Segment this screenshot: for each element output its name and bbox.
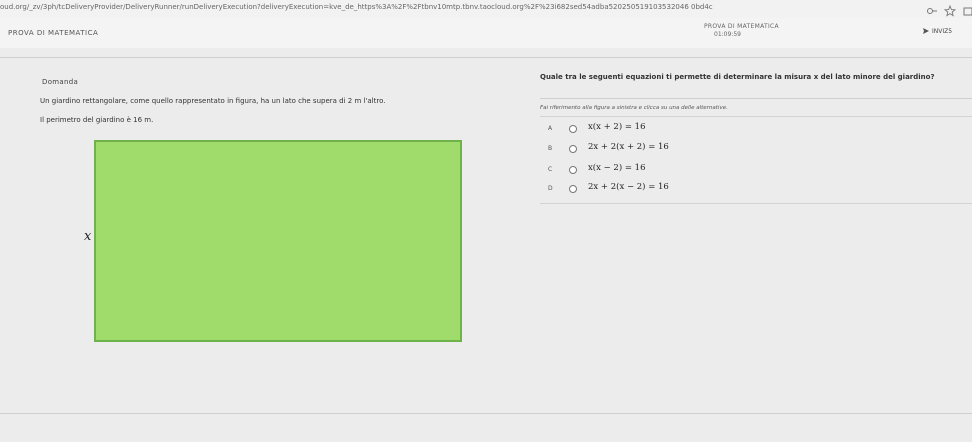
key-icon[interactable]	[926, 2, 938, 14]
star-icon[interactable]	[943, 2, 957, 17]
radio-button[interactable]	[569, 166, 577, 174]
divider	[0, 57, 972, 58]
submit-button[interactable]: INVIZ5	[922, 25, 952, 37]
question-stem-line2: Il perimetro del giardino è 16 m.	[40, 116, 154, 124]
send-icon	[923, 28, 929, 34]
test-name-label: PROVA DI MATEMATICA	[704, 23, 779, 30]
extension-icon[interactable]	[962, 2, 972, 16]
radio-button[interactable]	[569, 145, 577, 153]
answer-letter: C	[548, 166, 553, 173]
submit-label: INVIZ5	[932, 27, 953, 35]
radio-button[interactable]	[569, 185, 577, 193]
question-title: Quale tra le seguenti equazioni ti perme…	[540, 73, 935, 81]
test-title: PROVA DI MATEMATICA	[8, 29, 99, 37]
question-instruction: Fai riferimento alla figura a sinistra e…	[540, 105, 728, 111]
answer-list: A x(x + 2) = 16 B 2x + 2(x + 2) = 16 C x…	[540, 116, 972, 204]
title-divider	[540, 98, 972, 99]
url-text[interactable]: oud.org/_zv/3ph/tcDeliveryProvider/Deliv…	[0, 3, 790, 11]
question-label: Domanda	[42, 78, 79, 86]
answer-formula: 2x + 2(x − 2) = 16	[588, 182, 669, 192]
answer-option-c[interactable]: C x(x − 2) = 16	[540, 162, 972, 180]
answer-letter: D	[548, 185, 553, 192]
answer-letter: A	[548, 125, 553, 132]
answer-formula: x(x − 2) = 16	[588, 163, 646, 173]
garden-rectangle-figure	[94, 140, 462, 342]
answer-option-b[interactable]: B 2x + 2(x + 2) = 16	[540, 141, 972, 159]
browser-url-bar[interactable]: oud.org/_zv/3ph/tcDeliveryProvider/Deliv…	[0, 0, 972, 19]
timer: 01:09:59	[714, 31, 741, 38]
question-stem-line1: Un giardino rettangolare, come quello ra…	[40, 97, 386, 105]
answer-option-a[interactable]: A x(x + 2) = 16	[540, 121, 972, 139]
answer-formula: 2x + 2(x + 2) = 16	[588, 142, 669, 152]
footer-divider	[0, 413, 972, 414]
radio-button[interactable]	[569, 125, 577, 133]
side-variable-label: x	[84, 229, 92, 244]
answer-option-d[interactable]: D 2x + 2(x − 2) = 16	[540, 181, 972, 199]
test-header: PROVA DI MATEMATICA PROVA DI MATEMATICA …	[0, 18, 972, 49]
answer-formula: x(x + 2) = 16	[588, 122, 646, 132]
answer-letter: B	[548, 145, 553, 152]
